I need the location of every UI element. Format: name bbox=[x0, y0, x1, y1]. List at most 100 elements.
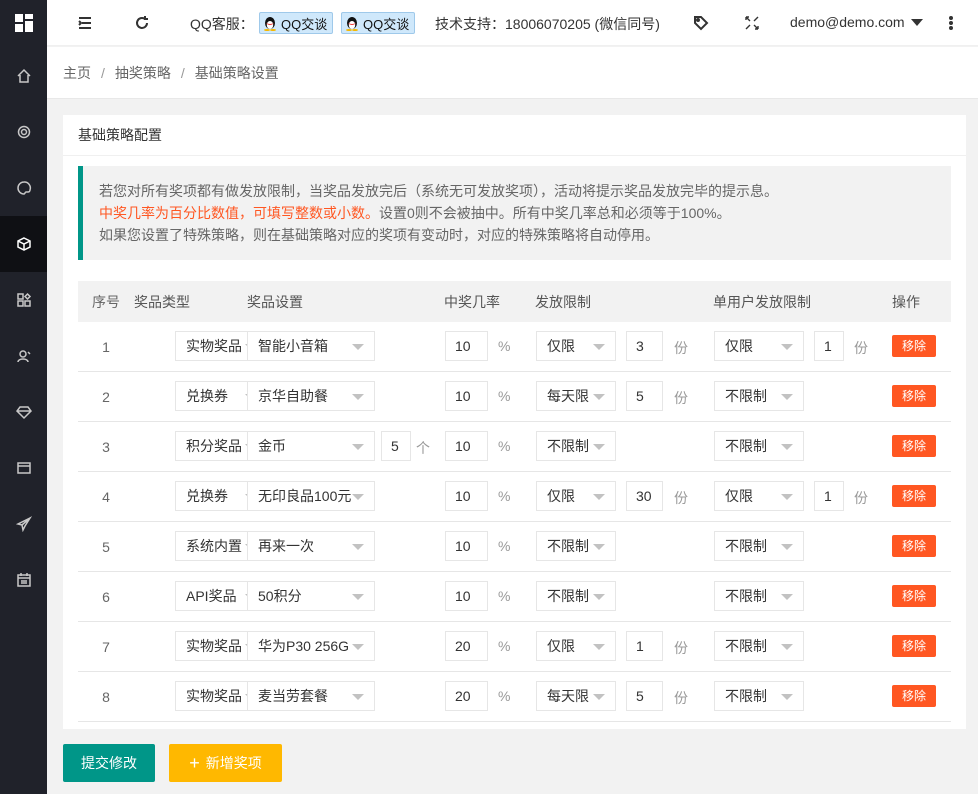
chevron-down-icon bbox=[910, 19, 923, 26]
send-icon[interactable] bbox=[0, 496, 47, 552]
issue-limit-select[interactable]: 仅限 bbox=[536, 481, 616, 511]
prize-setting-select[interactable]: 再来一次 bbox=[247, 531, 375, 561]
percent-label: % bbox=[498, 638, 511, 654]
prize-setting-select[interactable]: 京华自助餐 bbox=[247, 381, 375, 411]
prize-setting-select[interactable]: 50积分 bbox=[247, 581, 375, 611]
fullscreen-icon[interactable] bbox=[744, 0, 760, 46]
unit-label: 份 bbox=[674, 340, 688, 356]
home-icon[interactable] bbox=[0, 48, 47, 104]
breadcrumb-home[interactable]: 主页 bbox=[63, 63, 91, 83]
diamond-icon[interactable] bbox=[0, 384, 47, 440]
breadcrumb-current: 基础策略设置 bbox=[194, 64, 279, 81]
window-icon[interactable] bbox=[0, 440, 47, 496]
column-header: 中奖几率 bbox=[444, 281, 535, 322]
remove-button[interactable]: 移除 bbox=[892, 435, 936, 457]
prize-setting-select[interactable]: 无印良品100元 bbox=[247, 481, 375, 511]
qq-penguin-icon bbox=[346, 16, 358, 31]
remove-button[interactable]: 移除 bbox=[892, 635, 936, 657]
apps-icon[interactable] bbox=[0, 272, 47, 328]
logo-icon[interactable] bbox=[0, 0, 47, 45]
user-limit-qty-input[interactable]: 1 bbox=[814, 481, 844, 511]
sidebar bbox=[0, 0, 47, 794]
breadcrumb-separator: / bbox=[180, 64, 185, 81]
tech-support-text: 技术支持：18006070205 (微信同号) bbox=[435, 16, 660, 32]
prize-setting-select[interactable]: 华为P30 256G bbox=[247, 631, 375, 661]
user-limit-select[interactable]: 不限制 bbox=[714, 531, 804, 561]
win-rate-input[interactable]: 10 bbox=[445, 381, 488, 411]
breadcrumb-lottery-strategy[interactable]: 抽奖策略 bbox=[115, 63, 171, 83]
notice-line-2-rest: 设置0则不会被抽中。所有中奖几率总和必须等于100%。 bbox=[379, 205, 731, 221]
prize-setting-select[interactable]: 麦当劳套餐 bbox=[247, 681, 375, 711]
submit-button[interactable]: 提交修改 bbox=[63, 744, 155, 782]
remove-button[interactable]: 移除 bbox=[892, 485, 936, 507]
prize-table: 序号 奖品类型 奖品设置 中奖几率 发放限制 单用户发放限制 操作 1 实物奖品智… bbox=[78, 281, 951, 722]
unit-label: 份 bbox=[674, 390, 688, 406]
prize-amount-input[interactable]: 5 bbox=[381, 431, 411, 461]
win-rate-input[interactable]: 10 bbox=[445, 431, 488, 461]
issue-limit-select[interactable]: 不限制 bbox=[536, 531, 616, 561]
notice-box: 若您对所有奖项都有做发放限制，当奖品发放完后（系统无可发放奖项），活动将提示奖品… bbox=[78, 166, 951, 260]
row-index: 5 bbox=[78, 521, 134, 572]
issue-limit-select[interactable]: 不限制 bbox=[536, 431, 616, 461]
strategy-card: 基础策略配置 若您对所有奖项都有做发放限制，当奖品发放完后（系统无可发放奖项），… bbox=[63, 115, 966, 729]
win-rate-input[interactable]: 20 bbox=[445, 681, 488, 711]
remove-button[interactable]: 移除 bbox=[892, 385, 936, 407]
unit-label: 份 bbox=[674, 640, 688, 656]
issue-limit-select[interactable]: 仅限 bbox=[536, 331, 616, 361]
qq-chat-button[interactable]: QQ交谈 bbox=[259, 12, 334, 34]
gear-icon[interactable] bbox=[0, 104, 47, 160]
unit-label: 份 bbox=[854, 490, 868, 506]
user-limit-select[interactable]: 仅限 bbox=[714, 331, 804, 361]
notice-line-2: 中奖几率为百分比数值，可填写整数或小数。设置0则不会被抽中。所有中奖几率总和必须… bbox=[99, 202, 951, 224]
prize-setting-select[interactable]: 智能小音箱 bbox=[247, 331, 375, 361]
table-row: 3 积分奖品 金币 5 个 10% 不限制 不限制 移除 bbox=[78, 421, 951, 472]
unit-label: 份 bbox=[674, 690, 688, 706]
issue-limit-qty-input[interactable]: 1 bbox=[626, 631, 663, 661]
user-icon[interactable] bbox=[0, 328, 47, 384]
issue-limit-select[interactable]: 每天限 bbox=[536, 681, 616, 711]
issue-limit-qty-input[interactable]: 5 bbox=[626, 681, 663, 711]
issue-limit-select[interactable]: 仅限 bbox=[536, 631, 616, 661]
remove-button[interactable]: 移除 bbox=[892, 685, 936, 707]
remove-button[interactable]: 移除 bbox=[892, 335, 936, 357]
win-rate-input[interactable]: 10 bbox=[445, 531, 488, 561]
user-limit-select[interactable]: 不限制 bbox=[714, 681, 804, 711]
issue-limit-select[interactable]: 每天限 bbox=[536, 381, 616, 411]
percent-label: % bbox=[498, 688, 511, 704]
prize-setting-select[interactable]: 金币 bbox=[247, 431, 375, 461]
unit-label: 份 bbox=[854, 340, 868, 356]
win-rate-input[interactable]: 20 bbox=[445, 631, 488, 661]
qq-service-label: QQ客服： bbox=[190, 16, 254, 32]
table-row: 5 系统内置 再来一次 10% 不限制 不限制 移除 bbox=[78, 521, 951, 572]
qq-chat-button[interactable]: QQ交谈 bbox=[341, 12, 416, 34]
user-menu[interactable]: demo@demo.com bbox=[790, 14, 923, 30]
user-limit-select[interactable]: 不限制 bbox=[714, 431, 804, 461]
add-prize-label: 新增奖项 bbox=[205, 755, 262, 771]
win-rate-input[interactable]: 10 bbox=[445, 481, 488, 511]
user-limit-select[interactable]: 不限制 bbox=[714, 581, 804, 611]
win-rate-input[interactable]: 10 bbox=[445, 581, 488, 611]
table-row: 4 兑换券 无印良品100元 10% 仅限 30 份仅限 1 份移除 bbox=[78, 471, 951, 522]
menu-toggle-icon[interactable] bbox=[75, 0, 95, 46]
top-header: QQ客服： QQ交谈 QQ交谈 技术支持：18006070205 (微信同号) … bbox=[47, 0, 978, 46]
issue-limit-qty-input[interactable]: 3 bbox=[626, 331, 663, 361]
column-header: 操作 bbox=[892, 281, 951, 322]
refresh-icon[interactable] bbox=[132, 0, 152, 46]
win-rate-input[interactable]: 10 bbox=[445, 331, 488, 361]
user-limit-select[interactable]: 不限制 bbox=[714, 381, 804, 411]
issue-limit-select[interactable]: 不限制 bbox=[536, 581, 616, 611]
add-prize-button[interactable]: + 新增奖项 bbox=[169, 744, 282, 782]
cube-icon[interactable] bbox=[0, 216, 47, 272]
calendar-icon[interactable] bbox=[0, 552, 47, 608]
user-limit-qty-input[interactable]: 1 bbox=[814, 331, 844, 361]
palette-icon[interactable] bbox=[0, 160, 47, 216]
remove-button[interactable]: 移除 bbox=[892, 535, 936, 557]
user-limit-select[interactable]: 仅限 bbox=[714, 481, 804, 511]
user-limit-select[interactable]: 不限制 bbox=[714, 631, 804, 661]
issue-limit-qty-input[interactable]: 30 bbox=[626, 481, 663, 511]
qq-chat-label: QQ交谈 bbox=[363, 16, 410, 32]
remove-button[interactable]: 移除 bbox=[892, 585, 936, 607]
issue-limit-qty-input[interactable]: 5 bbox=[626, 381, 663, 411]
more-vertical-icon[interactable] bbox=[943, 0, 959, 46]
tag-icon[interactable] bbox=[692, 0, 710, 46]
